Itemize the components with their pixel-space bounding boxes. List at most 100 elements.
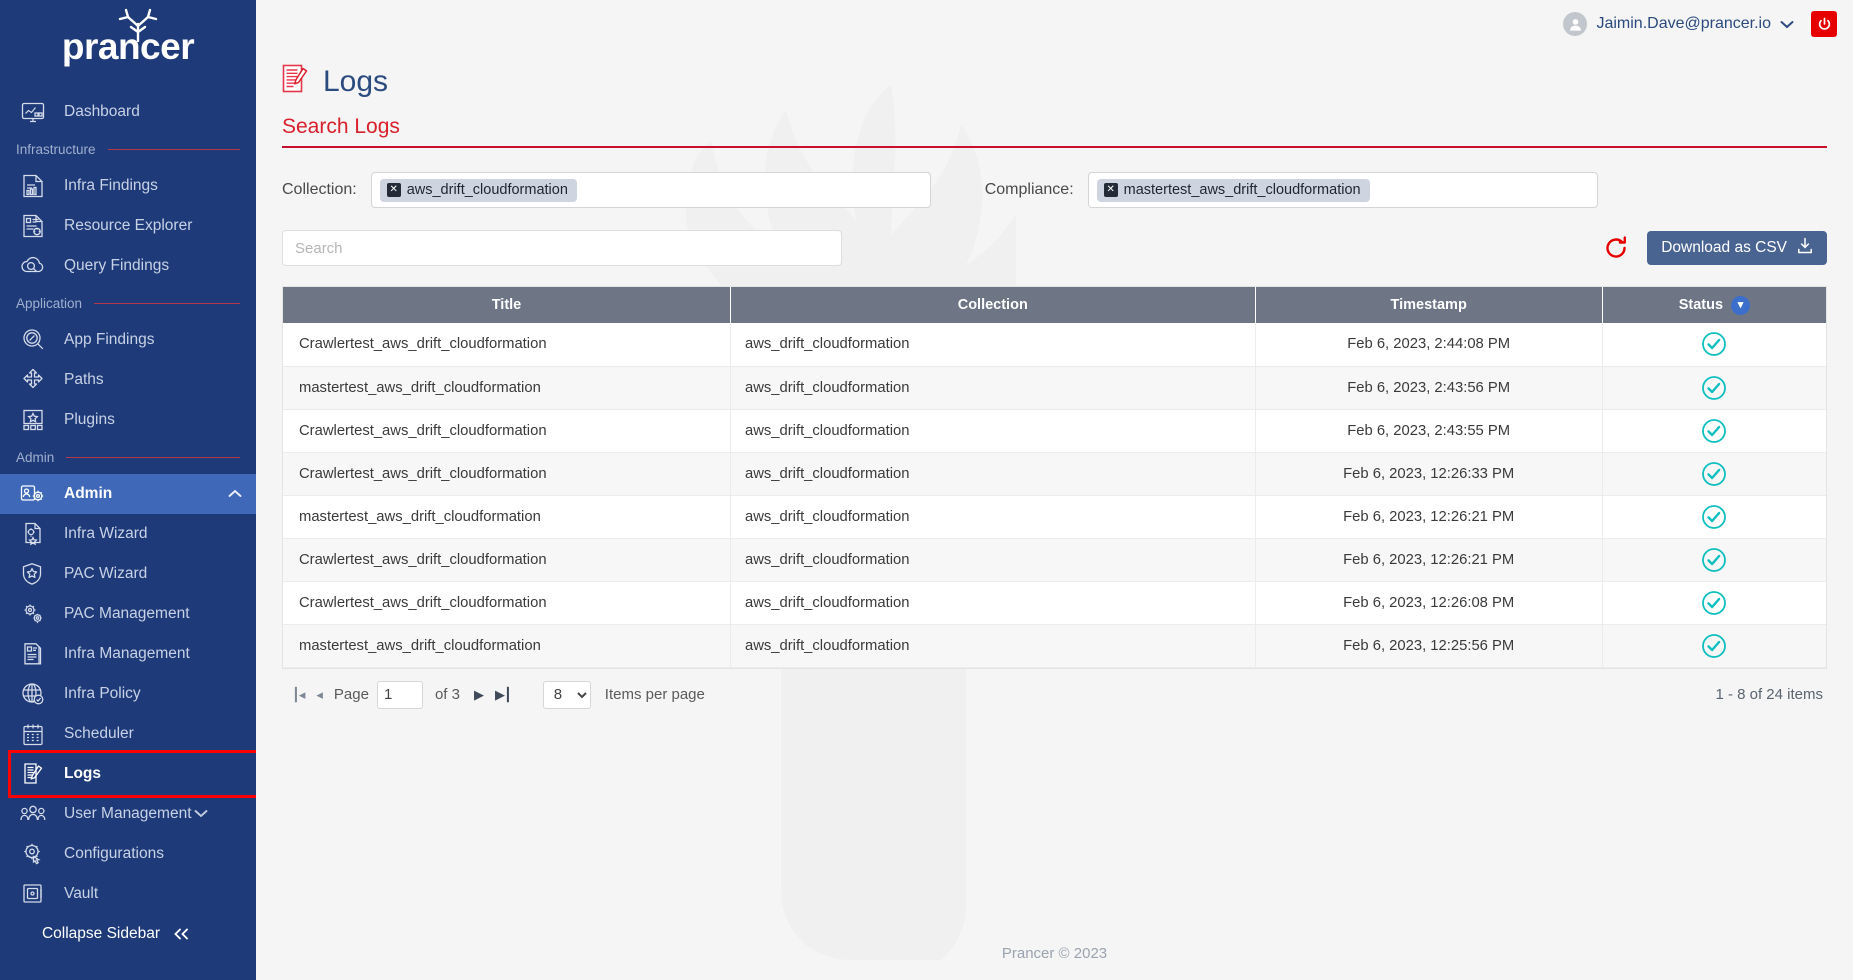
column-header-timestamp[interactable]: Timestamp (1255, 287, 1603, 323)
double-chevron-left-icon (172, 924, 190, 945)
page-title: Logs (323, 64, 389, 98)
sidebar-item-paths[interactable]: Paths (0, 360, 256, 400)
sidebar-item-label: Scheduler (64, 725, 134, 742)
last-page-icon[interactable]: ▶┃ (489, 687, 517, 703)
query-findings-icon (18, 253, 48, 279)
infra-wizard-icon (18, 521, 48, 547)
logout-button[interactable] (1811, 11, 1837, 37)
download-csv-label: Download as CSV (1661, 239, 1787, 256)
table-row[interactable]: Crawlertest_aws_drift_cloudformation aws_… (283, 409, 1826, 453)
table-row[interactable]: Crawlertest_aws_drift_cloudformation aws_… (283, 538, 1826, 582)
cell-timestamp: Feb 6, 2023, 2:44:08 PM (1255, 323, 1603, 367)
pac-wizard-icon (18, 561, 48, 587)
pac-management-icon (18, 601, 48, 627)
column-header-status[interactable]: Status ▾ (1602, 287, 1826, 323)
cell-title: mastertest_aws_drift_cloudformation (283, 366, 731, 410)
sidebar-item-query-findings[interactable]: Query Findings (0, 246, 256, 286)
cell-status (1602, 409, 1826, 453)
user-email-label: Jaimin.Dave@prancer.io (1596, 15, 1771, 32)
cell-title: Crawlertest_aws_drift_cloudformation (283, 452, 731, 496)
dashboard-icon (18, 99, 48, 125)
sidebar-item-label: App Findings (64, 331, 155, 348)
sidebar-item-scheduler[interactable]: Scheduler (0, 714, 256, 754)
brand-logo[interactable]: prancer (0, 0, 256, 92)
cell-collection: aws_drift_cloudformation (730, 538, 1256, 582)
first-page-icon[interactable]: ┃◂ (286, 687, 310, 703)
column-header-collection[interactable]: Collection (730, 287, 1256, 323)
logs-table: Title Collection Timestamp Status ▾ Craw… (282, 286, 1827, 669)
items-per-page-label: Items per page (604, 686, 705, 703)
column-header-title[interactable]: Title (283, 287, 731, 323)
page-label: Page (333, 686, 369, 703)
search-input[interactable] (282, 230, 842, 266)
sidebar-item-infra-wizard[interactable]: Infra Wizard (0, 514, 256, 554)
sidebar-item-dashboard[interactable]: Dashboard (0, 92, 256, 132)
sidebar-section-application: Application (0, 286, 256, 320)
user-menu[interactable]: Jaimin.Dave@prancer.io (1563, 11, 1837, 37)
items-range-label: 1 - 8 of 24 items (1715, 686, 1823, 703)
sidebar-item-label: Plugins (64, 411, 115, 428)
close-x-icon[interactable]: ✕ (386, 182, 401, 197)
sidebar-item-pac-management[interactable]: PAC Management (0, 594, 256, 634)
sidebar-item-label: Admin (64, 485, 113, 502)
cell-timestamp: Feb 6, 2023, 12:26:21 PM (1255, 538, 1603, 582)
sidebar-item-logs[interactable]: Logs (0, 754, 256, 794)
antler-logo-icon (118, 8, 158, 42)
compliance-select[interactable]: ✕ mastertest_aws_drift_cloudformation (1087, 172, 1598, 208)
compliance-chip[interactable]: ✕ mastertest_aws_drift_cloudformation (1096, 178, 1370, 202)
cell-status (1602, 538, 1826, 582)
sidebar-item-resource-explorer[interactable]: Resource Explorer (0, 206, 256, 246)
scheduler-icon (18, 721, 48, 747)
top-bar: Jaimin.Dave@prancer.io (256, 0, 1853, 48)
refresh-button[interactable] (1603, 235, 1629, 261)
sidebar-item-label: Paths (64, 371, 104, 388)
sidebar-item-infra-policy[interactable]: Infra Policy (0, 674, 256, 714)
vault-icon (18, 881, 48, 907)
logs-document-icon (282, 64, 309, 99)
plugins-icon (18, 407, 48, 433)
close-x-icon[interactable]: ✕ (1103, 182, 1118, 197)
sidebar-item-plugins[interactable]: Plugins (0, 400, 256, 440)
download-csv-button[interactable]: Download as CSV (1647, 231, 1827, 265)
table-row[interactable]: mastertest_aws_drift_cloudformation aws_d… (283, 624, 1826, 668)
sidebar-item-label: Query Findings (64, 257, 170, 274)
admin-icon (18, 481, 48, 507)
table-row[interactable]: Crawlertest_aws_drift_cloudformation aws_… (283, 323, 1826, 367)
section-divider (282, 146, 1827, 148)
cell-collection: aws_drift_cloudformation (730, 366, 1256, 410)
sidebar-item-vault[interactable]: Vault (0, 874, 256, 914)
sidebar-item-admin[interactable]: Admin (0, 474, 256, 514)
infra-management-icon (18, 641, 48, 667)
cell-title: Crawlertest_aws_drift_cloudformation (283, 409, 731, 453)
page-number-input[interactable] (376, 680, 423, 709)
prev-page-icon[interactable]: ◂ (310, 687, 328, 703)
chevron-down-icon[interactable] (1780, 17, 1794, 32)
sidebar-item-infra-management[interactable]: Infra Management (0, 634, 256, 674)
sidebar-item-user-management[interactable]: User Management (0, 794, 256, 834)
next-page-icon[interactable]: ▶ (468, 687, 489, 703)
cell-title: Crawlertest_aws_drift_cloudformation (283, 538, 731, 582)
collapse-sidebar-button[interactable]: Collapse Sidebar (0, 914, 256, 954)
collapse-sidebar-label: Collapse Sidebar (41, 925, 160, 942)
table-row[interactable]: Crawlertest_aws_drift_cloudformation aws_… (283, 452, 1826, 496)
table-row[interactable]: mastertest_aws_drift_cloudformation aws_d… (283, 495, 1826, 539)
sidebar-section-label: Admin (16, 449, 55, 465)
cell-collection: aws_drift_cloudformation (730, 495, 1256, 539)
cell-timestamp: Feb 6, 2023, 12:26:33 PM (1255, 452, 1603, 496)
sidebar-section-admin: Admin (0, 440, 256, 474)
infra-findings-icon (18, 173, 48, 199)
sidebar-item-app-findings[interactable]: App Findings (0, 320, 256, 360)
sidebar-item-configurations[interactable]: Configurations (0, 834, 256, 874)
sidebar-item-pac-wizard[interactable]: PAC Wizard (0, 554, 256, 594)
page-size-select[interactable]: 8162448 (542, 680, 591, 709)
collection-chip[interactable]: ✕ aws_drift_cloudformation (379, 178, 577, 202)
chevron-down-icon[interactable] (194, 805, 208, 823)
collection-select[interactable]: ✕ aws_drift_cloudformation (370, 172, 931, 208)
chevron-up-icon[interactable] (228, 485, 242, 503)
chevron-down-icon[interactable]: ▾ (1731, 295, 1751, 315)
cell-status (1602, 495, 1826, 539)
table-row[interactable]: mastertest_aws_drift_cloudformation aws_d… (283, 366, 1826, 410)
sidebar-item-infra-findings[interactable]: Infra Findings (0, 166, 256, 206)
table-row[interactable]: Crawlertest_aws_drift_cloudformation aws_… (283, 581, 1826, 625)
cell-timestamp: Feb 6, 2023, 12:26:08 PM (1255, 581, 1603, 625)
